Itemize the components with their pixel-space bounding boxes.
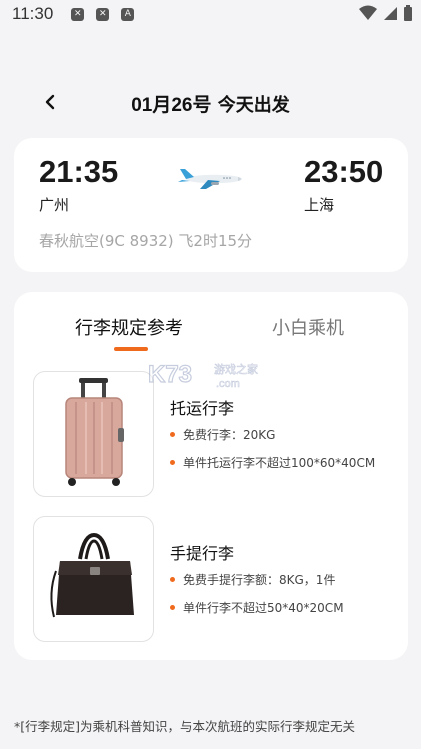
title-suffix: 今天出发	[211, 95, 290, 116]
rule-text: 单件行李不超过50*40*20CM	[183, 601, 344, 615]
carryon-luggage-title: 手提行李	[170, 544, 235, 563]
carryon-luggage-image	[33, 516, 154, 642]
bullet-dot	[170, 605, 175, 610]
status-bar: 11:30 ✕ ✕ A	[0, 0, 421, 28]
bullet-dot	[170, 577, 175, 582]
title-date: 01月26号	[131, 95, 212, 116]
departure-time: 21:35	[39, 154, 119, 189]
departure-city: 广州	[39, 196, 70, 214]
notification-icons: ✕ ✕ A	[71, 7, 135, 21]
page-title: 01月26号 今天出发	[0, 90, 421, 117]
handbag-icon	[50, 532, 134, 618]
tab-luggage-rules[interactable]: 行李规定参考	[75, 314, 183, 340]
shield-x-icon: ✕	[96, 7, 110, 21]
disclaimer-footnote: *[行李规定]为乘机科普知识，与本次航班的实际行李规定无关	[14, 719, 356, 734]
arrival-time: 23:50	[304, 154, 384, 189]
checked-luggage-title: 托运行李	[170, 399, 235, 418]
tab-beginner-guide[interactable]: 小白乘机	[272, 314, 344, 340]
rule-text: 免费行李：20KG	[183, 428, 276, 442]
arrival-city: 上海	[304, 196, 335, 214]
bullet-dot	[170, 460, 175, 465]
status-time: 11:30	[12, 4, 54, 23]
rule-text: 免费手提行李额：8KG，1件	[183, 573, 336, 587]
page-header: 01月26号 今天出发	[0, 84, 421, 120]
airplane-icon	[178, 169, 242, 189]
wifi-icon	[359, 5, 377, 20]
airline-info: 春秋航空(9C 8932) 飞2时15分	[39, 232, 253, 250]
carryon-luggage-rule: 单件行李不超过50*40*20CM	[170, 599, 344, 616]
luggage-card: 行李规定参考 小白乘机 托运行李 免费行李：20KG 单件托运行李不超过100*…	[14, 292, 408, 660]
bullet-dot	[170, 432, 175, 437]
carryon-luggage-rule: 免费手提行李额：8KG，1件	[170, 571, 335, 588]
battery-icon	[404, 5, 412, 21]
suitcase-icon	[65, 378, 124, 486]
shield-x-icon: ✕	[71, 7, 85, 21]
a-badge-icon: A	[121, 7, 135, 21]
checked-luggage-rule: 单件托运行李不超过100*60*40CM	[170, 454, 375, 471]
flight-info-card: 21:35 广州 23:50 上海 春秋航空(9C 8932) 飞2时15分	[14, 138, 408, 272]
rule-text: 单件托运行李不超过100*60*40CM	[183, 456, 376, 470]
checked-luggage-rule: 免费行李：20KG	[170, 426, 275, 443]
tab-indicator	[114, 347, 148, 351]
system-icons	[359, 5, 413, 21]
signal-icon	[384, 7, 397, 20]
checked-luggage-image	[33, 371, 154, 497]
